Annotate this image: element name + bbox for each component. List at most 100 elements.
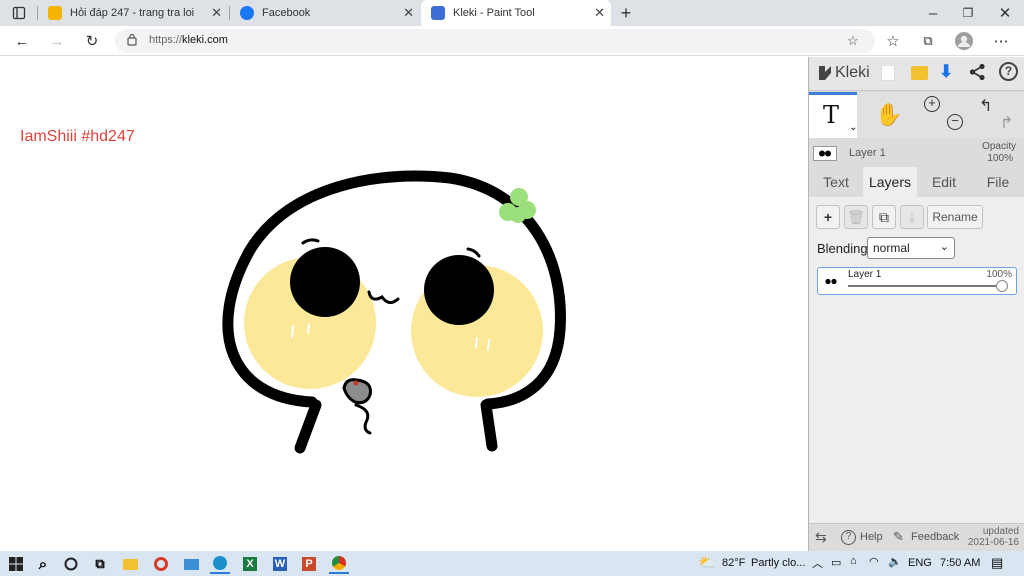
- desktop-app-icon[interactable]: [181, 554, 201, 574]
- tab-facebook[interactable]: Facebook ✕: [230, 0, 420, 26]
- edge-icon[interactable]: [210, 554, 230, 574]
- opacity-label: Opacity: [982, 141, 1016, 152]
- show-hidden-icons-icon[interactable]: ︿: [812, 555, 823, 571]
- forward-icon[interactable]: →: [46, 30, 68, 52]
- tab-hoidap[interactable]: Hỏi đáp 247 - trang tra loi ✕: [38, 0, 228, 26]
- battery-icon[interactable]: ▭: [831, 556, 841, 569]
- tab-file[interactable]: File: [971, 167, 1024, 197]
- updated-date: 2021-06-16: [967, 537, 1019, 548]
- app-icon-red[interactable]: [151, 554, 171, 574]
- weather-text[interactable]: Partly clo...: [751, 557, 805, 569]
- text-tool-button[interactable]: T ⌄: [809, 92, 857, 138]
- add-layer-button[interactable]: +: [816, 205, 840, 229]
- hand-dot: [353, 380, 359, 386]
- redo-icon[interactable]: ↱: [1000, 113, 1013, 133]
- panel-footer: ⇆ ? Help ✎ Feedback updated 2021-06-16: [809, 523, 1024, 551]
- url-text: https://kleki.com: [149, 34, 228, 46]
- file-explorer-icon[interactable]: [120, 554, 140, 574]
- swap-side-icon[interactable]: ⇆: [815, 529, 827, 546]
- close-tab-icon[interactable]: ✕: [403, 5, 414, 21]
- rename-button[interactable]: Rename: [927, 205, 983, 229]
- opacity-value: 100%: [987, 153, 1013, 164]
- start-icon[interactable]: [6, 554, 26, 574]
- new-image-icon[interactable]: [881, 65, 895, 81]
- layer-item[interactable]: Layer 1 100%: [817, 267, 1017, 295]
- tab-actions-icon[interactable]: [8, 2, 30, 24]
- collections-icon[interactable]: ⧉: [917, 30, 939, 52]
- chevron-down-icon: ⌄: [939, 241, 949, 253]
- new-tab-button[interactable]: +: [615, 2, 637, 24]
- blending-select[interactable]: normal ⌄: [867, 237, 955, 259]
- close-window-button[interactable]: ✕: [994, 2, 1016, 24]
- excel-icon[interactable]: X: [240, 554, 260, 574]
- slider-handle[interactable]: [996, 280, 1008, 292]
- help-circle-icon[interactable]: ?: [841, 530, 856, 545]
- clock[interactable]: 7:50 AM: [940, 557, 980, 569]
- notification-icon[interactable]: ▤: [991, 555, 1003, 571]
- zoom-in-icon[interactable]: +: [924, 96, 940, 112]
- duplicate-layer-button[interactable]: ⧉: [872, 205, 896, 229]
- favorites-icon[interactable]: ☆: [882, 30, 904, 52]
- tab-layers[interactable]: Layers: [863, 167, 917, 197]
- blending-value: normal: [873, 241, 910, 255]
- close-tab-icon[interactable]: ✕: [211, 5, 222, 21]
- drawing-canvas[interactable]: IamShiii #hd247: [0, 57, 808, 551]
- profile-avatar[interactable]: [953, 30, 975, 52]
- tab-text[interactable]: Text: [809, 167, 863, 197]
- zoom-out-icon[interactable]: −: [947, 114, 963, 130]
- wifi-icon[interactable]: ◠: [869, 555, 879, 568]
- layer-thumbnail: [822, 275, 840, 288]
- windows-taskbar: ⌕ ⧉ X W P ⛅ 82°F Partly clo... ︿ ▭ ⌂ ◠ 🔈…: [0, 551, 1024, 576]
- search-icon[interactable]: ⌕: [33, 554, 53, 574]
- layers-tab-content: + 🗑 ⧉ ⤓ Rename Blending normal ⌄ Layer 1…: [809, 197, 1024, 551]
- word-icon[interactable]: W: [270, 554, 290, 574]
- right-brow: [466, 247, 481, 258]
- add-favorite-icon[interactable]: ☆: [847, 33, 859, 49]
- facebook-favicon-icon: [240, 6, 254, 20]
- blending-label: Blending: [817, 241, 868, 256]
- layer-item-name: Layer 1: [848, 269, 882, 280]
- language-indicator[interactable]: ENG: [908, 557, 932, 569]
- left-brow: [301, 238, 320, 245]
- open-folder-icon[interactable]: [911, 66, 928, 80]
- tool-bar: T ⌄ ✋ + − ↰ ↱: [809, 92, 1024, 138]
- undo-icon[interactable]: ↰: [979, 96, 992, 116]
- address-bar[interactable]: https://kleki.com ☆: [115, 29, 875, 53]
- powerpoint-icon[interactable]: P: [299, 554, 319, 574]
- right-eye: [424, 255, 494, 325]
- panel-header: Kleki ⬇ ?: [809, 57, 1024, 91]
- close-tab-icon[interactable]: ✕: [594, 5, 605, 21]
- help-link[interactable]: Help: [860, 531, 883, 543]
- kleki-favicon-icon: [431, 6, 445, 20]
- temperature[interactable]: 82°F: [722, 557, 745, 569]
- minimize-button[interactable]: –: [922, 2, 944, 24]
- chevron-down-icon[interactable]: ⌄: [849, 122, 857, 133]
- kleki-side-panel: Kleki ⬇ ? T ⌄ ✋ + − ↰ ↱ Layer 1 Opacity …: [808, 57, 1024, 551]
- tab-edit[interactable]: Edit: [917, 167, 971, 197]
- kleki-logo-text: Kleki: [835, 64, 870, 81]
- reload-icon[interactable]: ↻: [81, 30, 103, 52]
- volume-icon[interactable]: 🔈: [888, 555, 902, 568]
- task-view-icon[interactable]: ⧉: [90, 554, 110, 574]
- chrome-icon[interactable]: [329, 554, 349, 574]
- mouth: [367, 290, 400, 304]
- tab-kleki[interactable]: Kleki - Paint Tool ✕: [421, 0, 611, 26]
- credit-text: IamShiii #hd247: [20, 128, 135, 145]
- share-icon[interactable]: [969, 63, 986, 86]
- updated-label: updated: [982, 526, 1019, 537]
- weather-icon[interactable]: ⛅: [698, 554, 715, 571]
- help-icon[interactable]: ?: [999, 62, 1018, 81]
- merge-down-button[interactable]: ⤓: [900, 205, 924, 229]
- more-menu-icon[interactable]: ⋯: [990, 30, 1012, 52]
- cortana-icon[interactable]: [61, 554, 81, 574]
- layer-opacity-slider[interactable]: [848, 280, 1008, 292]
- feedback-link[interactable]: Feedback: [911, 531, 959, 543]
- kleki-logo-icon: [817, 64, 833, 87]
- network-icon[interactable]: ⌂: [850, 555, 857, 567]
- back-icon[interactable]: ←: [11, 30, 33, 52]
- restore-button[interactable]: ❐: [957, 2, 979, 24]
- hand-tool-icon[interactable]: ✋: [875, 102, 902, 128]
- feedback-icon[interactable]: ✎: [893, 529, 904, 545]
- download-icon[interactable]: ⬇: [939, 62, 953, 82]
- delete-layer-button[interactable]: 🗑: [844, 205, 868, 229]
